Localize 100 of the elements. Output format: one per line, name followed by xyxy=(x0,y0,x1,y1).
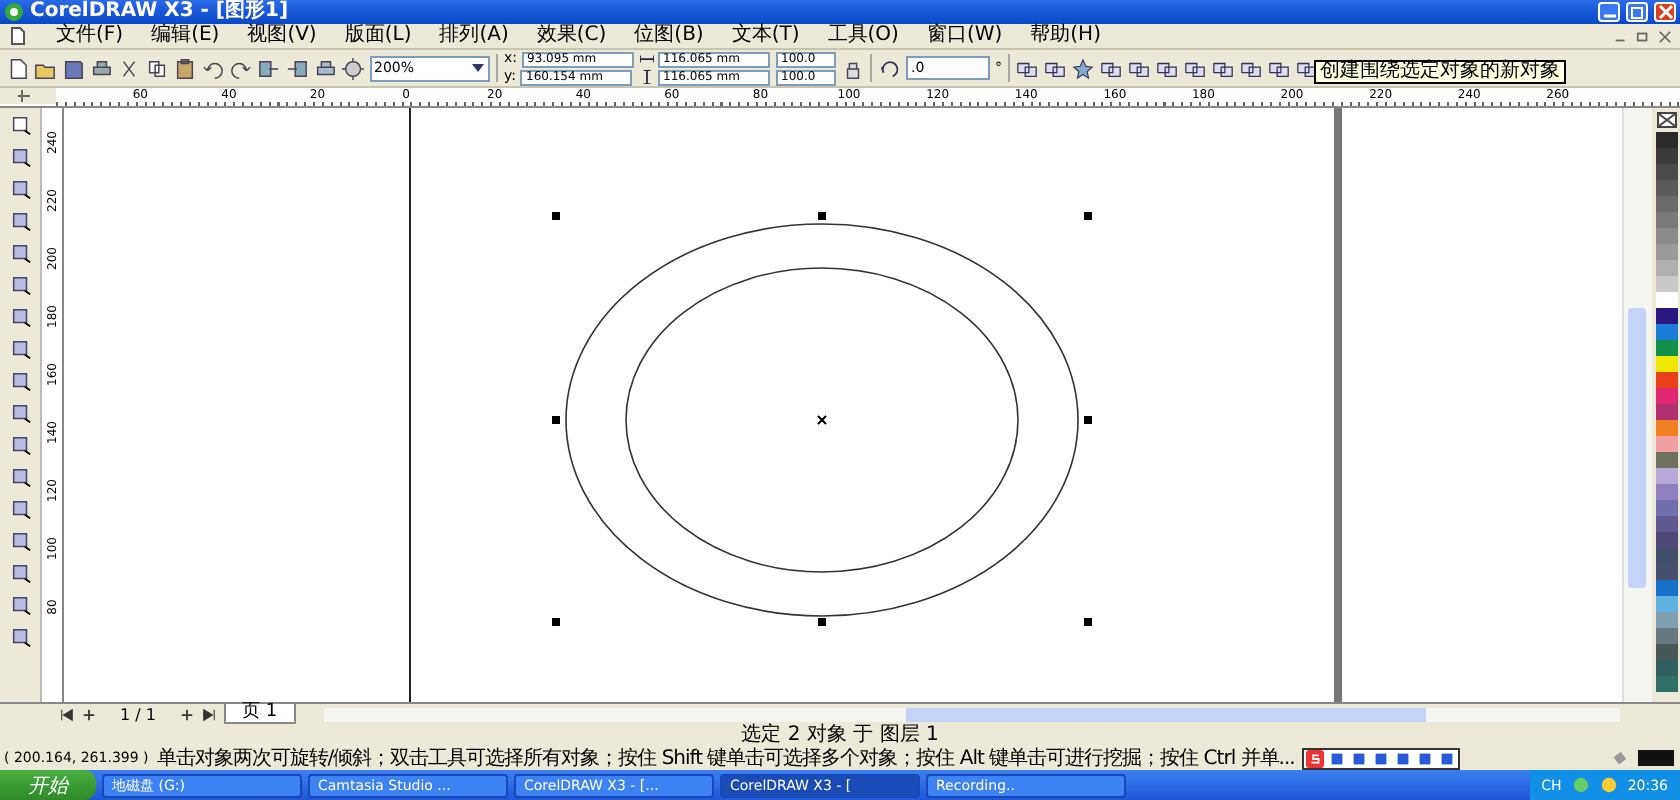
redo-icon[interactable] xyxy=(230,57,252,79)
stack-icon[interactable] xyxy=(1240,57,1263,79)
color-swatch[interactable] xyxy=(1655,292,1677,308)
menu-item[interactable]: 工具(O) xyxy=(827,24,899,48)
page-tab[interactable]: 页 1 xyxy=(223,704,296,724)
add-page-icon[interactable] xyxy=(82,707,96,721)
color-swatch[interactable] xyxy=(1655,388,1677,404)
color-swatch[interactable] xyxy=(1655,164,1677,180)
outer-circle[interactable] xyxy=(565,223,1079,617)
ruler-origin-icon[interactable] xyxy=(0,88,56,104)
color-swatch[interactable] xyxy=(1655,564,1677,580)
undo-icon[interactable] xyxy=(202,57,224,79)
ime-logo-icon[interactable] xyxy=(1306,749,1325,767)
stack-icon[interactable] xyxy=(1100,57,1123,79)
scroll-thumb[interactable] xyxy=(906,707,1426,721)
menu-item[interactable]: 位图(B) xyxy=(634,24,704,48)
color-swatch[interactable] xyxy=(1655,548,1677,564)
copy-icon[interactable] xyxy=(146,57,168,79)
menu-item[interactable]: 版面(L) xyxy=(344,24,412,48)
color-swatch[interactable] xyxy=(1655,452,1677,468)
color-swatch[interactable] xyxy=(1655,596,1677,612)
add-page-icon[interactable] xyxy=(179,707,194,721)
color-swatch[interactable] xyxy=(1655,324,1677,340)
restore-button[interactable] xyxy=(1626,2,1648,22)
caret-icon xyxy=(470,60,486,76)
color-swatch[interactable] xyxy=(1655,132,1677,148)
menu-item[interactable]: 编辑(E) xyxy=(151,24,220,48)
menu-item[interactable]: 文件(F) xyxy=(56,24,124,48)
close-icon[interactable] xyxy=(1658,29,1672,43)
star-icon[interactable] xyxy=(1072,57,1095,79)
menu-item[interactable]: 帮助(H) xyxy=(1030,24,1101,48)
minimize-button[interactable] xyxy=(1598,2,1620,22)
color-swatch[interactable] xyxy=(1655,500,1677,516)
selection-handle[interactable] xyxy=(1084,416,1092,424)
width-icon xyxy=(639,52,654,66)
color-swatch[interactable] xyxy=(1655,244,1677,260)
selection-handle[interactable] xyxy=(818,618,826,626)
first-page-icon[interactable] xyxy=(60,707,74,721)
color-swatch[interactable] xyxy=(1655,644,1677,660)
stack-icon[interactable] xyxy=(1268,57,1291,79)
stack-icon[interactable] xyxy=(1184,57,1207,79)
stack-icon[interactable] xyxy=(1128,57,1151,79)
color-swatch[interactable] xyxy=(1655,228,1677,244)
center-mark-icon xyxy=(817,415,827,425)
printer-icon[interactable] xyxy=(314,57,336,79)
ime-toolbar[interactable] xyxy=(1302,747,1461,769)
color-swatch[interactable] xyxy=(1655,676,1677,692)
color-swatch[interactable] xyxy=(1655,356,1677,372)
horizontal-scrollbar[interactable] xyxy=(323,707,1620,721)
color-swatch[interactable] xyxy=(1655,308,1677,324)
menu-item[interactable]: 效果(C) xyxy=(536,24,607,48)
color-swatch[interactable] xyxy=(1655,212,1677,228)
lock-icon[interactable] xyxy=(841,57,864,79)
vertical-scrollbar[interactable] xyxy=(1622,108,1652,702)
color-swatch[interactable] xyxy=(1655,660,1677,676)
selection-handle[interactable] xyxy=(818,212,826,220)
gear-icon[interactable] xyxy=(342,57,364,79)
selection-handle[interactable] xyxy=(1084,212,1092,220)
selection-handle[interactable] xyxy=(552,212,560,220)
color-swatch[interactable] xyxy=(1655,148,1677,164)
menu-item[interactable]: 排列(A) xyxy=(439,24,509,48)
app-logo-icon xyxy=(4,2,24,22)
color-swatch[interactable] xyxy=(1655,468,1677,484)
color-swatch[interactable] xyxy=(1655,276,1677,292)
stack-icon[interactable] xyxy=(1044,57,1067,79)
no-color-swatch-icon[interactable] xyxy=(1655,112,1677,128)
last-page-icon[interactable] xyxy=(201,707,216,721)
menu-item[interactable]: 视图(V) xyxy=(247,24,317,48)
menu-item[interactable]: 文本(T) xyxy=(731,24,800,48)
stack-icon[interactable] xyxy=(1212,57,1235,79)
scroll-thumb[interactable] xyxy=(1628,308,1646,588)
color-swatch[interactable] xyxy=(1655,516,1677,532)
color-swatch[interactable] xyxy=(1655,372,1677,388)
menu-item[interactable]: 窗口(W) xyxy=(926,24,1003,48)
selection-handle[interactable] xyxy=(552,618,560,626)
color-swatch[interactable] xyxy=(1655,260,1677,276)
scissors-icon[interactable] xyxy=(118,57,140,79)
page-icon[interactable] xyxy=(6,57,28,79)
color-swatch[interactable] xyxy=(1655,340,1677,356)
close-button[interactable] xyxy=(1654,2,1676,22)
stack-icon[interactable] xyxy=(1016,57,1039,79)
color-swatch[interactable] xyxy=(1655,532,1677,548)
color-swatch[interactable] xyxy=(1655,484,1677,500)
color-swatch[interactable] xyxy=(1655,180,1677,196)
color-swatch[interactable] xyxy=(1655,436,1677,452)
export-icon[interactable] xyxy=(286,57,308,79)
color-swatch[interactable] xyxy=(1655,580,1677,596)
rotate-icon xyxy=(877,57,900,79)
color-swatch[interactable] xyxy=(1655,404,1677,420)
clipboard-icon[interactable] xyxy=(174,57,196,79)
color-swatch[interactable] xyxy=(1655,628,1677,644)
selection-handle[interactable] xyxy=(1084,618,1092,626)
printer-icon[interactable] xyxy=(90,57,112,79)
selection-handle[interactable] xyxy=(552,416,560,424)
import-icon[interactable] xyxy=(258,57,280,79)
color-swatch[interactable] xyxy=(1655,612,1677,628)
page-counter: 1 / 1 xyxy=(120,705,156,723)
color-swatch[interactable] xyxy=(1655,196,1677,212)
stack-icon[interactable] xyxy=(1156,57,1179,79)
color-swatch[interactable] xyxy=(1655,420,1677,436)
